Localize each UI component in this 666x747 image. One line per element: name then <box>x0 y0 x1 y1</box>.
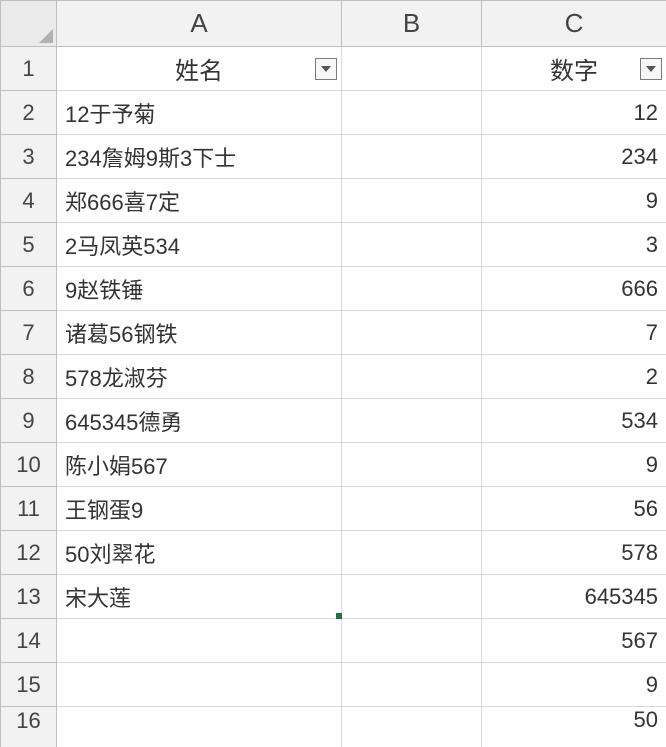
row-header[interactable]: 1 <box>1 47 57 91</box>
filter-dropdown-icon[interactable] <box>640 58 662 80</box>
column-header-row: A B C <box>1 1 666 47</box>
cell-C11[interactable]: 56 <box>482 487 666 531</box>
row-header[interactable]: 8 <box>1 355 57 399</box>
cell-C16[interactable]: 50 <box>482 707 666 747</box>
row-9: 9 645345德勇 534 <box>1 399 666 443</box>
cell-A7[interactable]: 诸葛56钢铁 <box>57 311 342 355</box>
cell-A9[interactable]: 645345德勇 <box>57 399 342 443</box>
cell-A14[interactable] <box>57 619 342 663</box>
cell-C1[interactable]: 数字 <box>482 47 666 91</box>
row-header[interactable]: 7 <box>1 311 57 355</box>
cell-A6[interactable]: 9赵铁锤 <box>57 267 342 311</box>
cell-B3[interactable] <box>342 135 482 179</box>
row-8: 8 578龙淑芬 2 <box>1 355 666 399</box>
row-7: 7 诸葛56钢铁 7 <box>1 311 666 355</box>
table-header-name: 姓名 <box>175 58 223 85</box>
spreadsheet[interactable]: A B C 1 姓名 数字 2 12于予菊 12 3 234詹姆9斯3下士 23… <box>0 0 666 747</box>
cell-B1[interactable] <box>342 47 482 91</box>
cell-C15[interactable]: 9 <box>482 663 666 707</box>
cell-C10[interactable]: 9 <box>482 443 666 487</box>
cell-B7[interactable] <box>342 311 482 355</box>
cell-A10[interactable]: 陈小娟567 <box>57 443 342 487</box>
row-10: 10 陈小娟567 9 <box>1 443 666 487</box>
row-5: 5 2马凤英534 3 <box>1 223 666 267</box>
row-1: 1 姓名 数字 <box>1 47 666 91</box>
row-3: 3 234詹姆9斯3下士 234 <box>1 135 666 179</box>
row-header[interactable]: 6 <box>1 267 57 311</box>
grid[interactable]: A B C 1 姓名 数字 2 12于予菊 12 3 234詹姆9斯3下士 23… <box>0 0 666 747</box>
cell-C7[interactable]: 7 <box>482 311 666 355</box>
row-header[interactable]: 16 <box>1 707 57 747</box>
cell-A8[interactable]: 578龙淑芬 <box>57 355 342 399</box>
select-all-corner[interactable] <box>1 1 57 47</box>
cell-A2[interactable]: 12于予菊 <box>57 91 342 135</box>
cell-A5[interactable]: 2马凤英534 <box>57 223 342 267</box>
row-6: 6 9赵铁锤 666 <box>1 267 666 311</box>
row-14: 14 567 <box>1 619 666 663</box>
row-header[interactable]: 15 <box>1 663 57 707</box>
cell-B5[interactable] <box>342 223 482 267</box>
cell-A3[interactable]: 234詹姆9斯3下士 <box>57 135 342 179</box>
cell-C14[interactable]: 567 <box>482 619 666 663</box>
cell-A11[interactable]: 王钢蛋9 <box>57 487 342 531</box>
row-4: 4 郑666喜7定 9 <box>1 179 666 223</box>
cell-C5[interactable]: 3 <box>482 223 666 267</box>
row-12: 12 50刘翠花 578 <box>1 531 666 575</box>
cell-A12[interactable]: 50刘翠花 <box>57 531 342 575</box>
cell-B11[interactable] <box>342 487 482 531</box>
cell-B13[interactable] <box>342 575 482 619</box>
row-11: 11 王钢蛋9 56 <box>1 487 666 531</box>
row-15: 15 9 <box>1 663 666 707</box>
cell-B14[interactable] <box>342 619 482 663</box>
cell-B15[interactable] <box>342 663 482 707</box>
col-header-A[interactable]: A <box>57 1 342 47</box>
cell-A13[interactable]: 宋大莲 <box>57 575 342 619</box>
row-header[interactable]: 2 <box>1 91 57 135</box>
table-header-number: 数字 <box>550 58 598 85</box>
cell-C13[interactable]: 645345 <box>482 575 666 619</box>
cell-C4[interactable]: 9 <box>482 179 666 223</box>
cell-A16[interactable] <box>57 707 342 747</box>
cell-B10[interactable] <box>342 443 482 487</box>
cell-C2[interactable]: 12 <box>482 91 666 135</box>
cell-B8[interactable] <box>342 355 482 399</box>
row-13: 13 宋大莲 645345 <box>1 575 666 619</box>
cell-B2[interactable] <box>342 91 482 135</box>
row-header[interactable]: 3 <box>1 135 57 179</box>
cell-B12[interactable] <box>342 531 482 575</box>
col-header-B[interactable]: B <box>342 1 482 47</box>
cell-C3[interactable]: 234 <box>482 135 666 179</box>
row-header[interactable]: 13 <box>1 575 57 619</box>
cell-C6[interactable]: 666 <box>482 267 666 311</box>
row-16: 16 50 <box>1 707 666 747</box>
cell-A4[interactable]: 郑666喜7定 <box>57 179 342 223</box>
col-header-C[interactable]: C <box>482 1 666 47</box>
cell-C9[interactable]: 534 <box>482 399 666 443</box>
row-header[interactable]: 5 <box>1 223 57 267</box>
row-header[interactable]: 4 <box>1 179 57 223</box>
cell-B6[interactable] <box>342 267 482 311</box>
cell-A1[interactable]: 姓名 <box>57 47 342 91</box>
filter-dropdown-icon[interactable] <box>315 58 337 80</box>
row-2: 2 12于予菊 12 <box>1 91 666 135</box>
cell-C8[interactable]: 2 <box>482 355 666 399</box>
row-header[interactable]: 9 <box>1 399 57 443</box>
cell-B16[interactable] <box>342 707 482 747</box>
cell-A15[interactable] <box>57 663 342 707</box>
cell-B4[interactable] <box>342 179 482 223</box>
row-header[interactable]: 12 <box>1 531 57 575</box>
cell-C12[interactable]: 578 <box>482 531 666 575</box>
row-header[interactable]: 10 <box>1 443 57 487</box>
row-header[interactable]: 11 <box>1 487 57 531</box>
cell-B9[interactable] <box>342 399 482 443</box>
row-header[interactable]: 14 <box>1 619 57 663</box>
